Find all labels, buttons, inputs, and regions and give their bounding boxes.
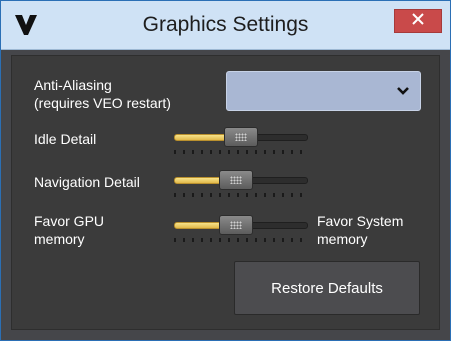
window-title: Graphics Settings — [142, 13, 309, 36]
anti-aliasing-label: Anti-Aliasing (requires VEO restart) — [34, 77, 171, 111]
slider-thumb[interactable] — [224, 127, 258, 147]
slider-ticks — [174, 238, 308, 242]
slider-ticks — [174, 193, 308, 197]
slider-thumb[interactable] — [219, 215, 253, 235]
navigation-detail-label: Navigation Detail — [34, 174, 140, 190]
restore-defaults-button[interactable]: Restore Defaults — [234, 261, 420, 315]
favor-system-memory-label: Favor System memory — [317, 213, 404, 247]
navigation-detail-slider[interactable] — [174, 169, 308, 199]
chevron-down-icon — [396, 84, 410, 98]
slider-ticks — [174, 150, 308, 154]
idle-detail-label: Idle Detail — [34, 131, 97, 147]
anti-aliasing-select[interactable] — [226, 71, 421, 111]
close-icon — [412, 12, 424, 30]
slider-thumb[interactable] — [219, 170, 253, 190]
title-bar[interactable]: Graphics Settings — [1, 1, 450, 50]
idle-detail-slider[interactable] — [174, 126, 308, 156]
graphics-settings-window: Graphics Settings Anti-Aliasing (require… — [0, 0, 451, 341]
favor-gpu-memory-label: Favor GPU memory — [34, 213, 105, 247]
memory-balance-slider[interactable] — [174, 214, 308, 244]
close-button[interactable] — [394, 9, 442, 33]
